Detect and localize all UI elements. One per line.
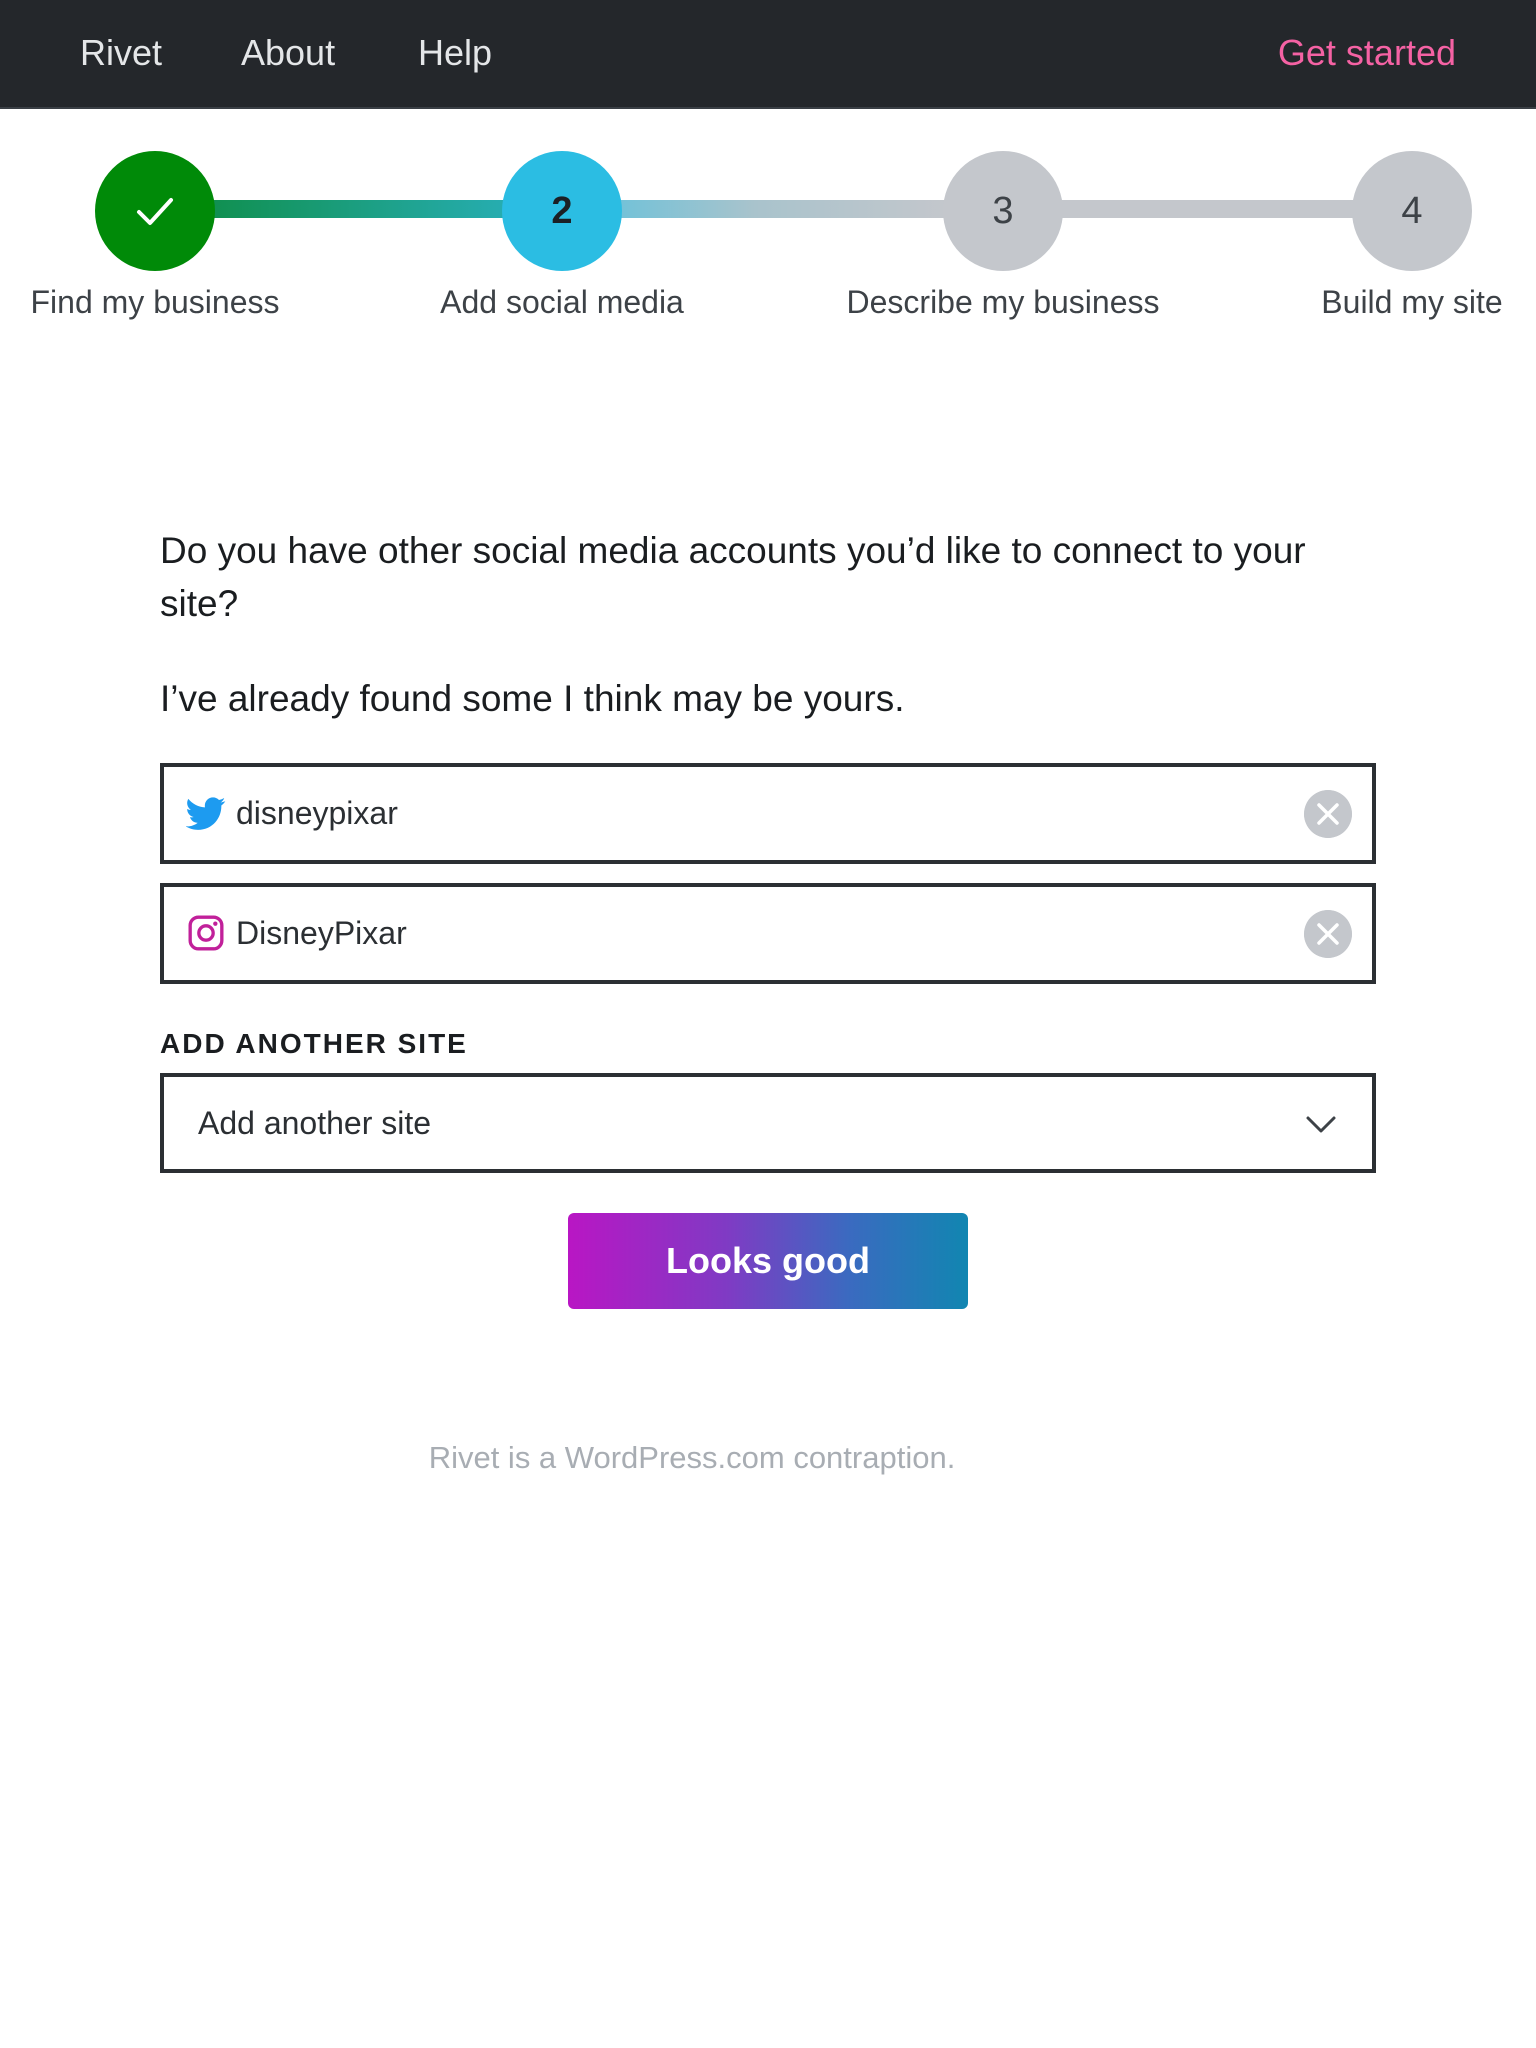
- progress-stepper: 2 3 4 Find my business Add social media …: [0, 109, 1536, 349]
- nav-about-link[interactable]: About: [241, 29, 335, 77]
- add-another-site-value: Add another site: [198, 1104, 432, 1141]
- add-another-site-label: ADD ANOTHER SITE: [160, 1028, 468, 1059]
- looks-good-button[interactable]: Looks good: [568, 1213, 968, 1309]
- twitter-account-value[interactable]: disneypixar: [236, 767, 398, 860]
- instagram-icon: [188, 915, 224, 951]
- question-text: Do you have other social media accounts …: [160, 530, 1306, 624]
- step-4-circle: 4: [1352, 151, 1472, 271]
- found-accounts-text: I’ve already found some I think may be y…: [160, 678, 905, 719]
- twitter-icon: [186, 797, 226, 830]
- checkmark-icon: [137, 198, 173, 225]
- step-1-circle: [95, 151, 215, 271]
- twitter-account-field[interactable]: disneypixar: [160, 763, 1376, 864]
- remove-instagram-account-icon[interactable]: [1304, 910, 1352, 958]
- step-3-label: Describe my business: [846, 284, 1160, 320]
- step-3-circle: 3: [943, 151, 1063, 271]
- instagram-account-value[interactable]: DisneyPixar: [236, 887, 407, 980]
- top-navigation: Rivet About Help Get started: [0, 0, 1536, 109]
- step-1-label: Find my business: [30, 284, 280, 320]
- get-started-link[interactable]: Get started: [1278, 29, 1456, 77]
- footer-text: Rivet is a WordPress.com contraption.: [428, 1440, 956, 1475]
- nav-help-link[interactable]: Help: [418, 29, 492, 77]
- remove-twitter-account-icon[interactable]: [1304, 790, 1352, 838]
- chevron-down-icon: [1306, 1116, 1336, 1133]
- instagram-account-field[interactable]: DisneyPixar: [160, 883, 1376, 984]
- step-2-label: Add social media: [440, 284, 684, 320]
- add-another-site-select[interactable]: Add another site: [160, 1073, 1376, 1173]
- nav-brand-link[interactable]: Rivet: [80, 29, 162, 77]
- step-4-label: Build my site: [1321, 284, 1503, 320]
- step-2-circle: 2: [502, 151, 622, 271]
